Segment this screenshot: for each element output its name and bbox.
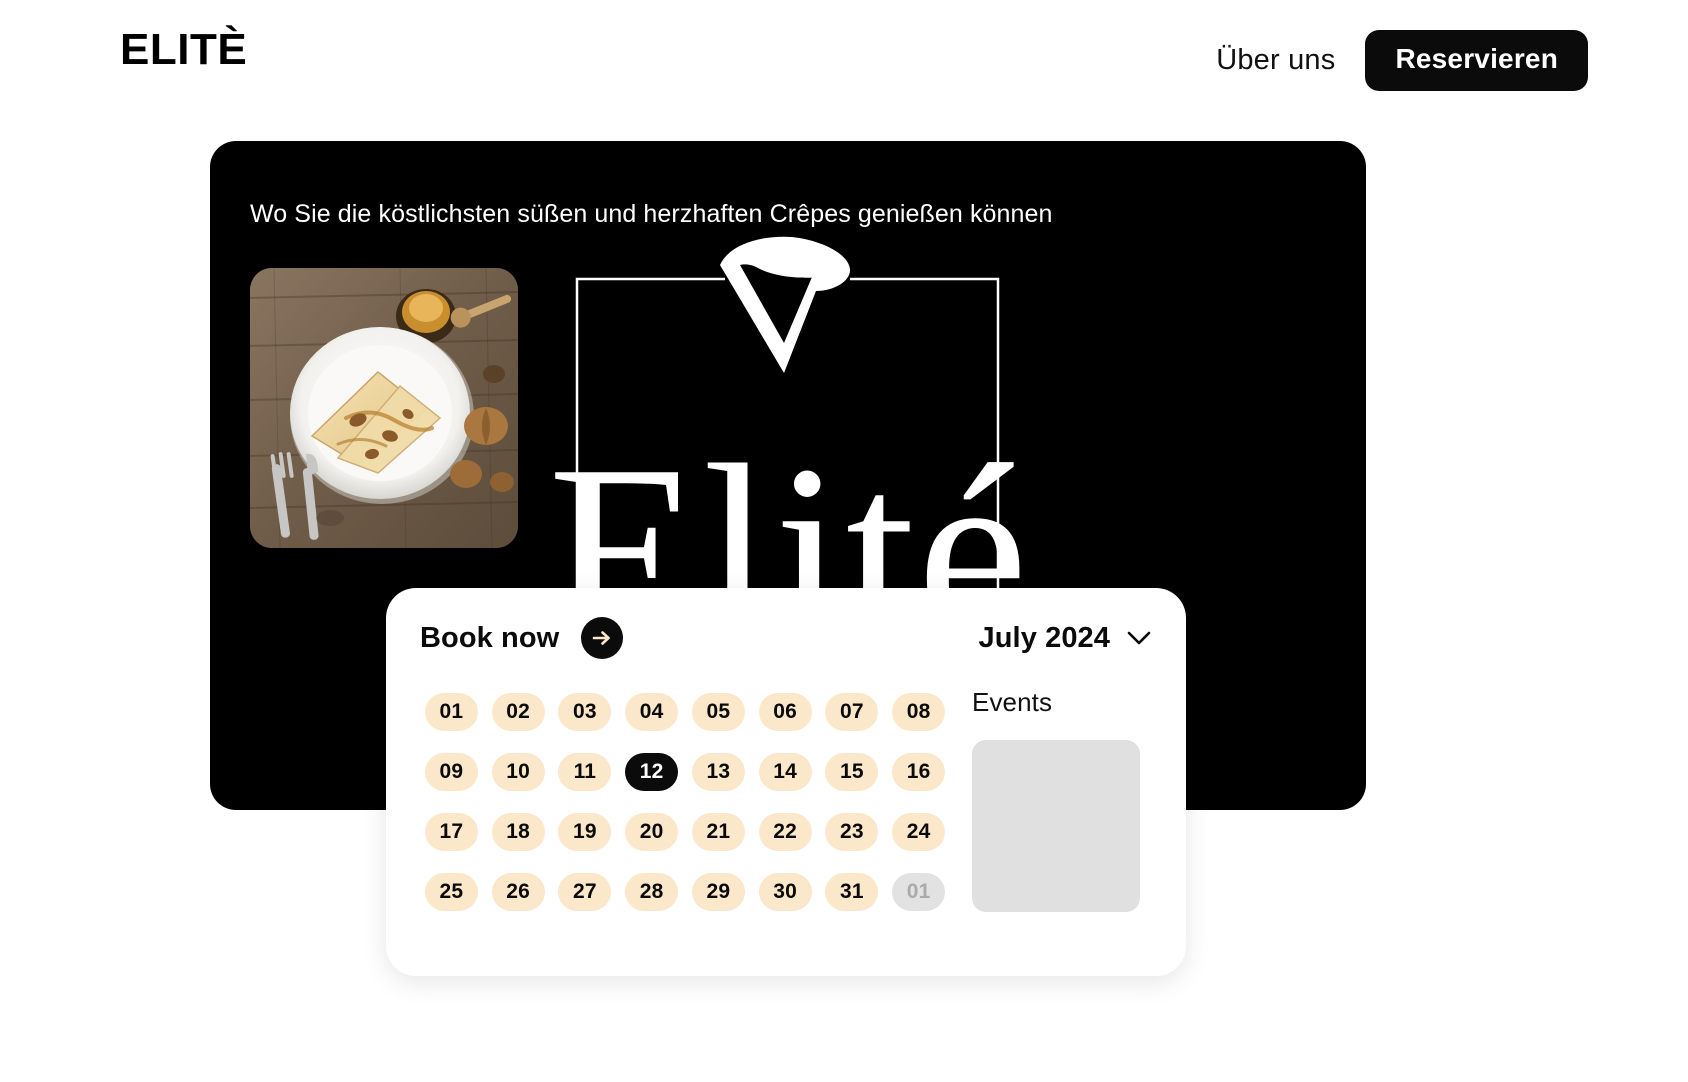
nav-link-about[interactable]: Über uns	[1212, 38, 1339, 83]
crepe-photo-thumbnail	[250, 268, 518, 548]
calendar-day-01[interactable]: 01	[424, 693, 478, 731]
calendar-and-events: 01 02 03 04 05 06 07 08 09 10 11 12 13 14 15 16 17 18 19 20…	[420, 682, 1152, 950]
calendar-day-18[interactable]: 18	[491, 813, 545, 851]
crepe-cone-icon	[708, 235, 856, 375]
chevron-down-icon	[1126, 630, 1152, 646]
calendar-day-25[interactable]: 25	[424, 873, 478, 911]
calendar-day-06[interactable]: 06	[758, 693, 812, 731]
hero-tagline: Wo Sie die köstlichsten süßen und herzha…	[250, 200, 1053, 228]
calendar-day-26[interactable]: 26	[491, 873, 545, 911]
calendar-day-04[interactable]: 04	[625, 693, 679, 731]
calendar-day-10[interactable]: 10	[491, 753, 545, 791]
header-nav: Über uns Reservieren	[1212, 30, 1588, 91]
calendar-day-20[interactable]: 20	[625, 813, 679, 851]
chevron-down-glyph	[1127, 631, 1151, 645]
calendar-day-13[interactable]: 13	[691, 753, 745, 791]
booking-header: Book now July 2024	[420, 610, 1152, 666]
calendar-day-19[interactable]: 19	[558, 813, 612, 851]
events-placeholder-panel[interactable]	[972, 740, 1140, 912]
crepe-cone-glyph	[720, 236, 851, 373]
calendar-day-24[interactable]: 24	[892, 813, 946, 851]
page-root: ELITÈ Über uns Reservieren Wo Sie die kö…	[0, 0, 1688, 1082]
calendar-day-23[interactable]: 23	[825, 813, 879, 851]
calendar-day-12[interactable]: 12	[625, 753, 679, 791]
calendar-day-16[interactable]: 16	[892, 753, 946, 791]
calendar-day-01-next-month: 01	[892, 873, 946, 911]
book-now-group: Book now	[420, 617, 624, 659]
calendar-day-07[interactable]: 07	[825, 693, 879, 731]
brand-logo[interactable]: ELITÈ	[120, 28, 247, 72]
calendar-day-30[interactable]: 30	[758, 873, 812, 911]
calendar-day-08[interactable]: 08	[892, 693, 946, 731]
book-now-label: Book now	[420, 621, 560, 654]
calendar-day-17[interactable]: 17	[424, 813, 478, 851]
calendar-day-05[interactable]: 05	[691, 693, 745, 731]
calendar-day-29[interactable]: 29	[691, 873, 745, 911]
calendar-day-grid: 01 02 03 04 05 06 07 08 09 10 11 12 13 14 15 16 17 18 19 20…	[420, 682, 950, 950]
arrow-right-icon[interactable]	[581, 617, 624, 659]
booking-card: Book now July 2024 01 02 03 04 05 06 07 08	[386, 588, 1186, 976]
calendar-day-02[interactable]: 02	[491, 693, 545, 731]
events-label: Events	[972, 687, 1053, 717]
site-header: ELITÈ Über uns Reservieren	[0, 0, 1688, 118]
calendar-day-27[interactable]: 27	[558, 873, 612, 911]
calendar-day-22[interactable]: 22	[758, 813, 812, 851]
month-label: July 2024	[978, 621, 1110, 654]
calendar-day-28[interactable]: 28	[625, 873, 679, 911]
calendar-day-21[interactable]: 21	[691, 813, 745, 851]
calendar-day-15[interactable]: 15	[825, 753, 879, 791]
events-column: Events	[972, 682, 1152, 950]
calendar-day-14[interactable]: 14	[758, 753, 812, 791]
month-selector[interactable]: July 2024	[979, 622, 1153, 655]
calendar-day-11[interactable]: 11	[558, 753, 612, 791]
crepe-photo-illustration	[250, 268, 518, 548]
calendar-day-03[interactable]: 03	[558, 693, 612, 731]
calendar-day-31[interactable]: 31	[825, 873, 879, 911]
calendar-day-09[interactable]: 09	[424, 753, 478, 791]
reserve-button[interactable]: Reservieren	[1365, 30, 1588, 91]
arrow-right-glyph	[593, 631, 611, 645]
